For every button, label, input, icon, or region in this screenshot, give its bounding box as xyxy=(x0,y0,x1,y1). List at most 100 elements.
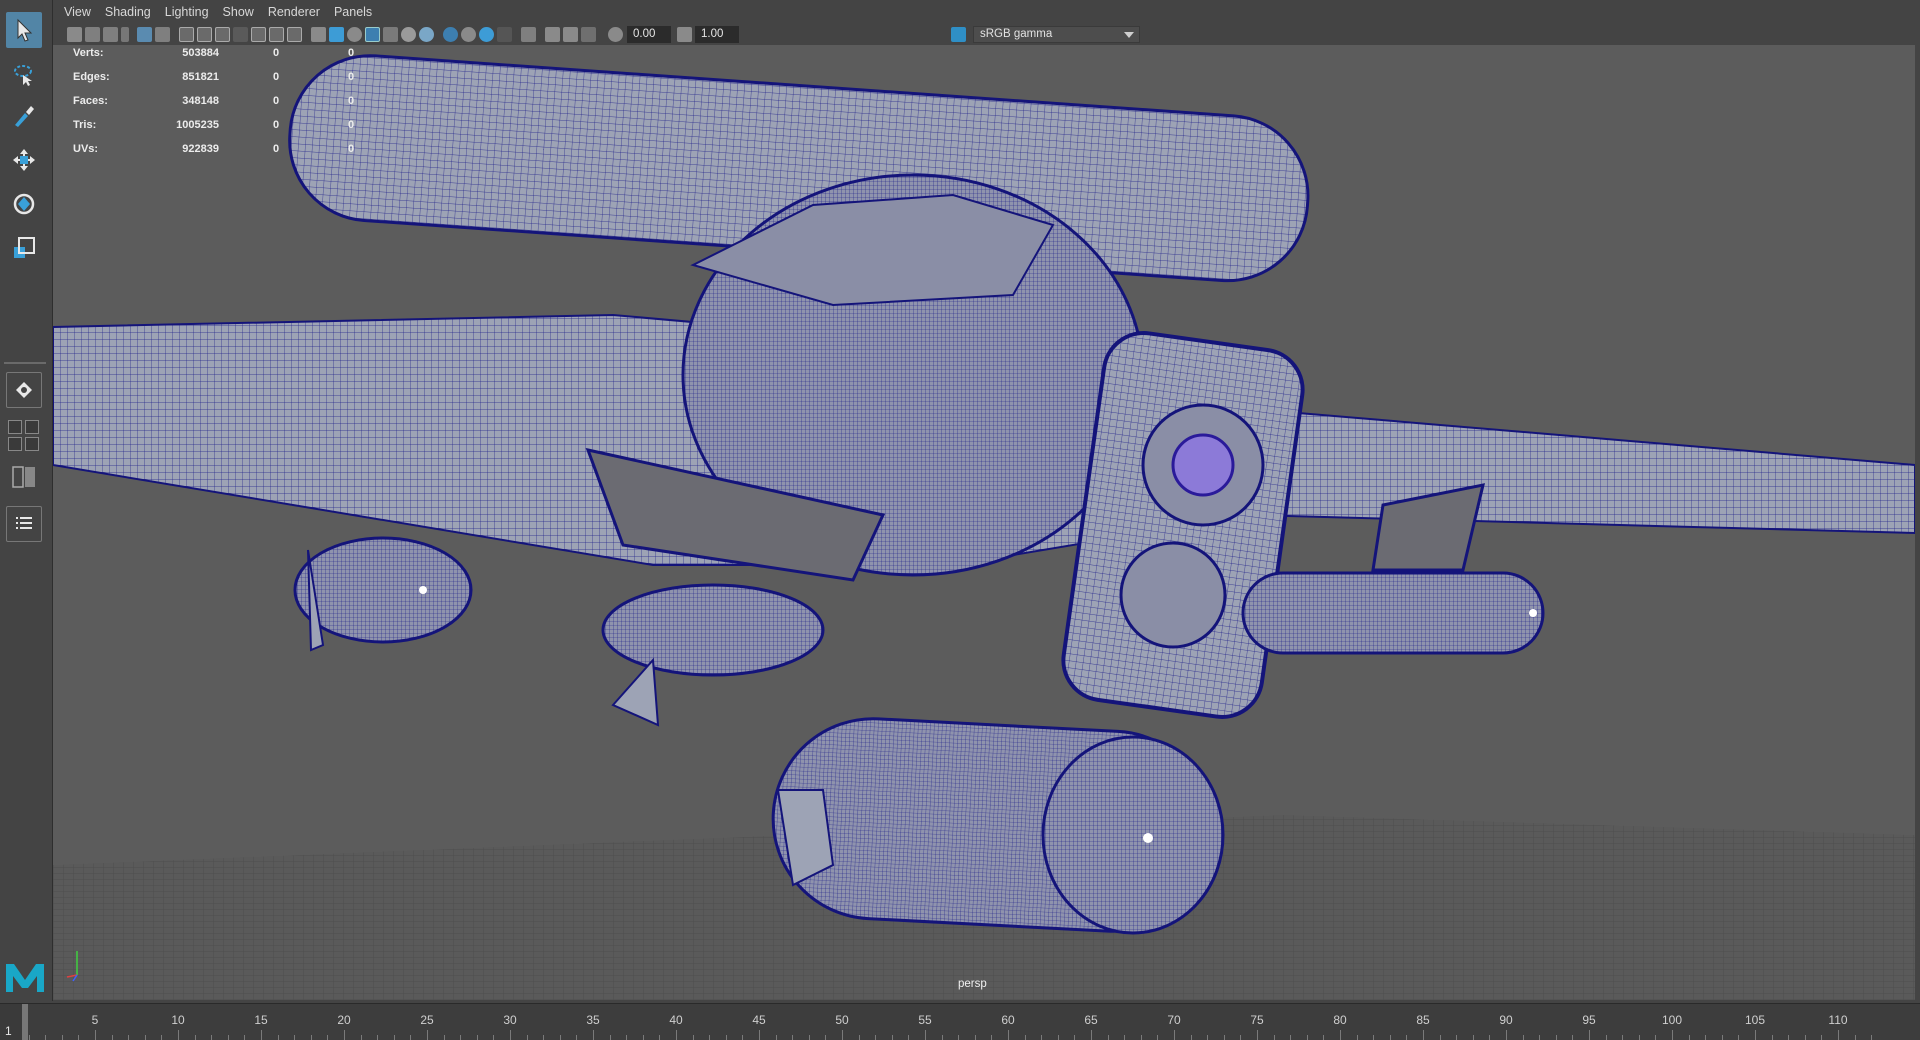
safe-title-icon[interactable] xyxy=(287,27,302,42)
frame-tick-label: 30 xyxy=(503,1013,517,1027)
persp-outliner-layout-icon[interactable] xyxy=(25,420,39,434)
frame-tick-label: 60 xyxy=(1001,1013,1015,1027)
viewport-persp[interactable]: Verts: 503884 0 0 Edges: 851821 0 0 Face… xyxy=(53,45,1915,1000)
frame-tick xyxy=(891,1035,893,1040)
frame-tick-label: 20 xyxy=(337,1013,351,1027)
frame-tick xyxy=(1207,1035,1209,1040)
menu-shading[interactable]: Shading xyxy=(98,0,158,24)
view-transform-dropdown[interactable]: sRGB gamma xyxy=(973,26,1140,43)
frame-tick xyxy=(1273,1035,1275,1040)
frame-tick xyxy=(1190,1035,1192,1040)
frame-tick xyxy=(1489,1035,1491,1040)
wireframe-icon[interactable] xyxy=(311,27,326,42)
move-tool-icon[interactable] xyxy=(6,142,42,178)
menu-view[interactable]: View xyxy=(53,0,98,24)
camera-attributes-icon[interactable] xyxy=(85,27,100,42)
three-view-layout-icon[interactable] xyxy=(25,437,39,451)
paint-select-tool-icon[interactable] xyxy=(6,98,42,134)
frame-tick xyxy=(642,1035,644,1040)
frame-tick xyxy=(144,1035,146,1040)
lights-icon[interactable] xyxy=(401,27,416,42)
film-gate-icon[interactable] xyxy=(197,27,212,42)
resolution-gate-icon[interactable] xyxy=(215,27,230,42)
frame-tick xyxy=(1223,1035,1225,1040)
panel-toolbar: 0.00 1.00 sRGB gamma xyxy=(53,24,1920,45)
wireframe-on-shaded-icon[interactable] xyxy=(365,27,380,42)
time-ruler[interactable]: 5 10 15 20 25 30 35 40 45 50 55 60 65 70 75 80 85 90 95 100… xyxy=(22,1004,1920,1040)
frame-tick xyxy=(360,1035,362,1040)
hud-label: Verts: xyxy=(73,47,104,59)
grease-pencil-icon[interactable] xyxy=(155,27,170,42)
hud-value: 0 xyxy=(348,143,355,155)
outliner-icon[interactable] xyxy=(6,506,42,542)
side-by-side-layout-icon[interactable] xyxy=(6,462,42,492)
frame-tick xyxy=(1555,1035,1557,1040)
frame-tick xyxy=(194,1035,196,1040)
frame-tick xyxy=(559,1035,561,1040)
frame-tick xyxy=(725,1035,727,1040)
shadows-icon[interactable] xyxy=(419,27,434,42)
hud-value: 0 xyxy=(348,71,355,83)
hud-value: 0 xyxy=(273,143,280,155)
frame-tick xyxy=(526,1035,528,1040)
frame-tick xyxy=(1124,1035,1126,1040)
bookmark-icon[interactable] xyxy=(103,27,118,42)
frame-tick-label: 45 xyxy=(752,1013,766,1027)
view-axis-icon xyxy=(66,951,78,982)
exposure-icon[interactable] xyxy=(608,27,623,42)
frame-tick xyxy=(1439,1035,1441,1040)
isolate-select-icon[interactable] xyxy=(521,27,536,42)
hud-value: 0 xyxy=(348,119,355,131)
exposure-field[interactable]: 0.00 xyxy=(627,26,671,43)
frame-tick-label: 80 xyxy=(1333,1013,1347,1027)
frame-tick xyxy=(1057,1035,1059,1040)
hud-value: 922839 xyxy=(182,143,219,155)
menu-renderer[interactable]: Renderer xyxy=(261,0,327,24)
hud-value: 348148 xyxy=(182,95,219,107)
camera-select-icon[interactable] xyxy=(67,27,82,42)
frame-tick xyxy=(393,1035,395,1040)
motion-blur-icon[interactable] xyxy=(497,27,512,42)
xray-icon[interactable] xyxy=(443,27,458,42)
default-material-icon[interactable] xyxy=(347,27,362,42)
field-chart-icon[interactable] xyxy=(251,27,266,42)
textured-icon[interactable] xyxy=(383,27,398,42)
frame-tick xyxy=(958,1035,960,1040)
2d-pan-zoom-icon[interactable] xyxy=(137,27,152,42)
two-view-layout-icon[interactable] xyxy=(8,437,22,451)
view-transform-value: sRGB gamma xyxy=(980,28,1053,40)
image-plane-icon[interactable] xyxy=(121,27,129,42)
maya-logo-icon xyxy=(6,964,44,992)
depth-of-field-icon[interactable] xyxy=(563,27,578,42)
frame-tick xyxy=(1788,1035,1790,1040)
gamma-field[interactable]: 1.00 xyxy=(695,26,739,43)
playhead[interactable] xyxy=(22,1004,28,1040)
rotate-tool-icon[interactable] xyxy=(6,186,42,222)
scale-tool-icon[interactable] xyxy=(6,230,42,266)
frame-tick-label: 90 xyxy=(1499,1013,1513,1027)
ambient-occlusion-icon[interactable] xyxy=(479,27,494,42)
menu-show[interactable]: Show xyxy=(216,0,261,24)
gate-mask-icon[interactable] xyxy=(233,27,248,42)
single-view-layout-icon[interactable] xyxy=(6,372,42,408)
frame-tick xyxy=(908,1035,910,1040)
frame-tick xyxy=(1572,1035,1574,1040)
color-management-icon[interactable] xyxy=(951,27,966,42)
select-tool-icon[interactable] xyxy=(6,12,42,48)
frame-tick xyxy=(493,1035,495,1040)
hud-label: Tris: xyxy=(73,119,97,131)
grid-icon[interactable] xyxy=(179,27,194,42)
menu-lighting[interactable]: Lighting xyxy=(158,0,216,24)
smooth-shade-icon[interactable] xyxy=(329,27,344,42)
time-slider[interactable]: 1 5 10 15 20 25 30 35 40 45 50 55 60 65 70 75 80 85 90 95 1… xyxy=(0,1003,1920,1040)
xray-joints-icon[interactable] xyxy=(461,27,476,42)
gamma-icon[interactable] xyxy=(677,27,692,42)
four-view-layout-icon[interactable] xyxy=(8,420,22,434)
menu-panels[interactable]: Panels xyxy=(327,0,379,24)
safe-action-icon[interactable] xyxy=(269,27,284,42)
lasso-tool-icon[interactable] xyxy=(6,56,42,92)
frame-tick xyxy=(161,1035,163,1040)
panel-menu-bar: View Shading Lighting Show Renderer Pane… xyxy=(53,0,1920,24)
anti-aliasing-icon[interactable] xyxy=(545,27,560,42)
camera-gate-icon[interactable] xyxy=(581,27,596,42)
